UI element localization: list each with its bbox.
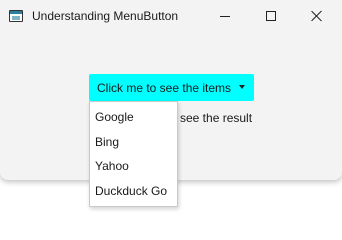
menu-item-yahoo[interactable]: Yahoo (90, 154, 177, 178)
maximize-icon (266, 11, 276, 21)
minimize-icon (220, 15, 230, 17)
menu-button-label: Click me to see the items (97, 80, 232, 95)
menu-dropdown: Google Bing Yahoo Duckduck Go (89, 101, 178, 207)
menu-button[interactable]: Click me to see the items (89, 74, 254, 101)
close-icon (311, 10, 323, 22)
window-title: Understanding MenuButton (32, 9, 179, 23)
menu-item-duckduckgo[interactable]: Duckduck Go (90, 179, 177, 203)
result-label: see the result (180, 111, 253, 125)
menu-item-bing[interactable]: Bing (90, 130, 177, 154)
chevron-down-icon (239, 85, 245, 89)
title-bar[interactable]: Understanding MenuButton (0, 0, 342, 32)
maximize-button[interactable] (248, 0, 294, 32)
menu-item-google[interactable]: Google (90, 105, 177, 129)
close-button[interactable] (294, 0, 340, 32)
minimize-button[interactable] (202, 0, 248, 32)
app-icon (9, 10, 23, 22)
